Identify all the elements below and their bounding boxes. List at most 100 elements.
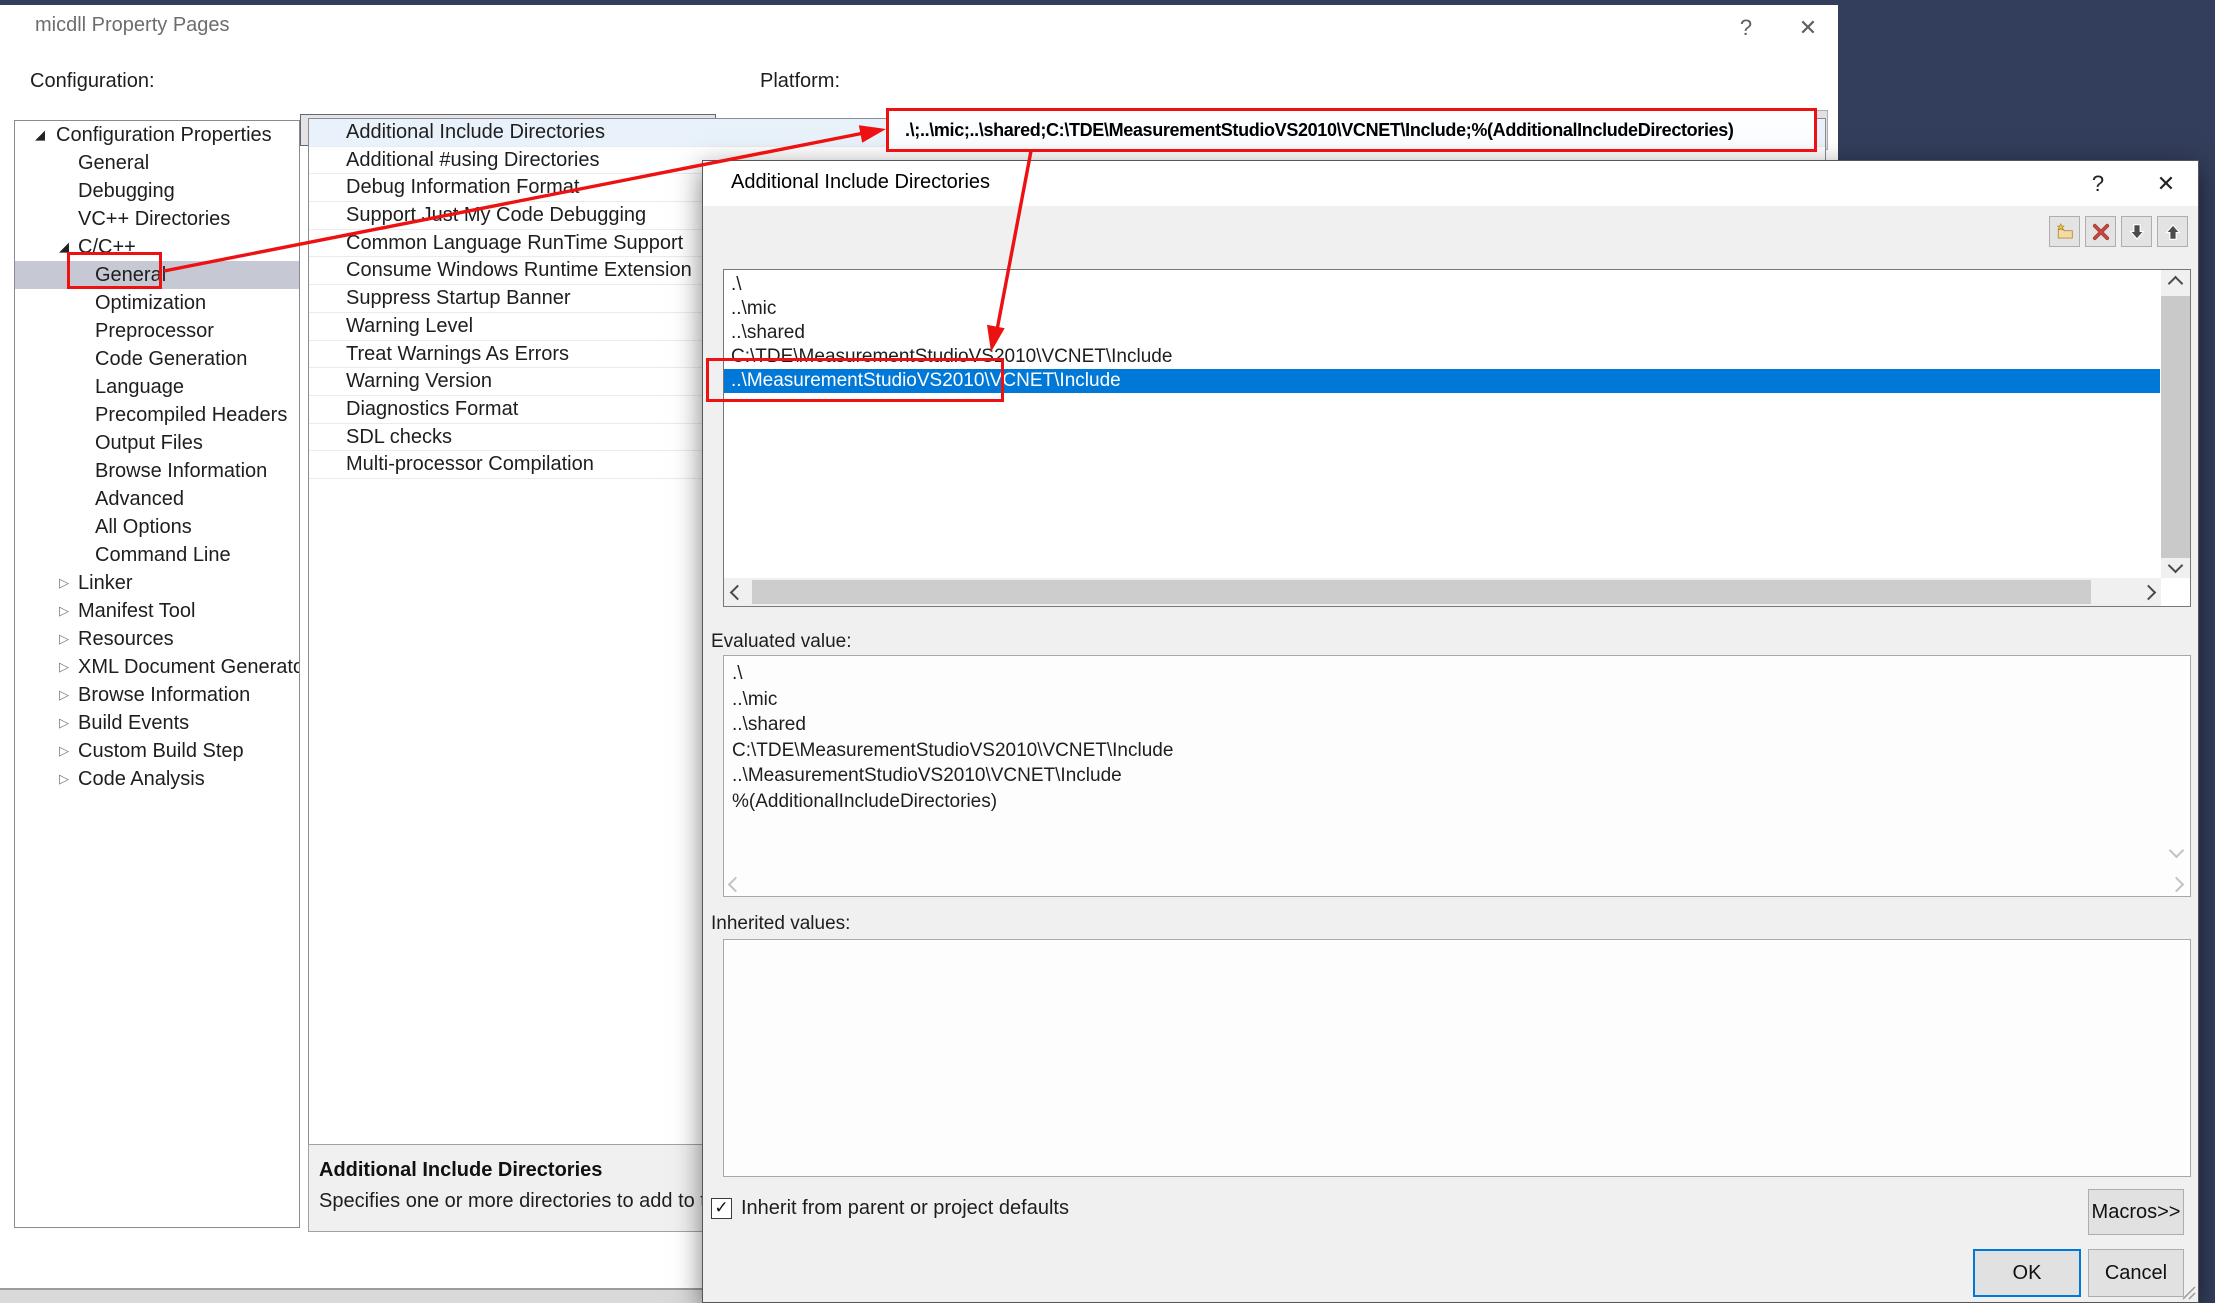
tree-expander-icon[interactable]: [55, 625, 73, 653]
move-down-button[interactable]: [2121, 216, 2152, 247]
property-row-label: Support Just My Code Debugging: [346, 204, 646, 226]
directories-listbox[interactable]: .\..\mic..\sharedC:\TDE\MeasurementStudi…: [723, 269, 2191, 607]
tree-item[interactable]: Advanced: [15, 485, 299, 513]
evaluated-value-box[interactable]: .\..\mic..\sharedC:\TDE\MeasurementStudi…: [723, 655, 2191, 897]
tree-item-label: Preprocessor: [95, 320, 214, 342]
help-icon[interactable]: ?: [1724, 11, 1768, 45]
tree-item-label: Manifest Tool: [78, 600, 195, 622]
tree-item-label: Browse Information: [78, 684, 250, 706]
tree-item[interactable]: All Options: [15, 513, 299, 541]
tree-item[interactable]: Code Analysis: [15, 765, 299, 793]
inherit-checkbox[interactable]: ✓: [711, 1198, 732, 1219]
tree-item[interactable]: C/C++: [15, 233, 299, 261]
tree-item-label: Build Events: [78, 712, 189, 734]
scroll-down-icon[interactable]: [2161, 552, 2190, 578]
tree-item[interactable]: VC++ Directories: [15, 205, 299, 233]
property-row-label: Consume Windows Runtime Extension: [346, 259, 692, 281]
tree-expander-icon[interactable]: [31, 121, 49, 149]
evaluated-line: ..\mic: [724, 687, 2166, 713]
evaluated-line: ..\MeasurementStudioVS2010\VCNET\Include: [724, 763, 2166, 789]
tree-item-label: Resources: [78, 628, 174, 650]
scrollbar-thumb[interactable]: [2161, 296, 2190, 558]
scroll-left-icon[interactable]: [724, 578, 750, 606]
resize-grip[interactable]: [2180, 1284, 2196, 1300]
ok-button[interactable]: OK: [1973, 1249, 2081, 1297]
move-up-button[interactable]: [2157, 216, 2188, 247]
tree-item-label: Optimization: [95, 292, 206, 314]
dialog-titlebar: Additional Include Directories ? ✕: [703, 161, 2198, 206]
directory-list-item[interactable]: C:\TDE\MeasurementStudioVS2010\VCNET\Inc…: [724, 345, 2160, 369]
additional-include-directories-value[interactable]: .\;..\mic;..\shared;C:\TDE\MeasurementSt…: [889, 111, 1814, 149]
scroll-up-icon[interactable]: [2161, 270, 2190, 296]
delete-button[interactable]: [2085, 216, 2116, 247]
main-titlebar: micdll Property Pages ? ✕: [0, 5, 1838, 49]
tree-item[interactable]: Optimization: [15, 289, 299, 317]
tree-item[interactable]: Language: [15, 373, 299, 401]
delete-x-icon: [2092, 223, 2110, 241]
scroll-down-icon[interactable]: [2169, 843, 2185, 859]
tree-item-label: Custom Build Step: [78, 740, 244, 762]
property-row-label: Multi-processor Compilation: [346, 453, 594, 475]
property-row-label: Treat Warnings As Errors: [346, 343, 569, 365]
tree-item[interactable]: Browse Information: [15, 681, 299, 709]
tree-item[interactable]: Manifest Tool: [15, 597, 299, 625]
arrow-down-icon: [2128, 223, 2146, 241]
tree-item[interactable]: Linker: [15, 569, 299, 597]
tree-item[interactable]: Custom Build Step: [15, 737, 299, 765]
tree-item[interactable]: General: [15, 149, 299, 177]
scroll-right-icon[interactable]: [2169, 877, 2185, 893]
cancel-button[interactable]: Cancel: [2088, 1249, 2184, 1297]
help-icon[interactable]: ?: [2075, 167, 2121, 201]
property-row-label: Additional Include Directories: [346, 121, 605, 143]
tree-expander-icon[interactable]: [55, 569, 73, 597]
property-row-label: SDL checks: [346, 426, 452, 448]
horizontal-scrollbar[interactable]: [724, 578, 2161, 606]
tree-item[interactable]: XML Document Generator: [15, 653, 299, 681]
tree-expander-icon[interactable]: [55, 681, 73, 709]
tree-expander-icon[interactable]: [55, 765, 73, 793]
tree-expander-icon[interactable]: [55, 653, 73, 681]
tree-item[interactable]: Resources: [15, 625, 299, 653]
directory-list-item[interactable]: ..\MeasurementStudioVS2010\VCNET\Include: [724, 369, 2160, 393]
tree-item-label: C/C++: [78, 236, 136, 258]
tree-item-label: Browse Information: [95, 460, 267, 482]
tree-item[interactable]: Build Events: [15, 709, 299, 737]
directory-list-item[interactable]: ..\mic: [724, 297, 2160, 321]
tree-item-label: Configuration Properties: [56, 124, 272, 146]
new-line-button[interactable]: [2049, 216, 2080, 247]
tree-item[interactable]: Code Generation: [15, 345, 299, 373]
scrollbar-thumb[interactable]: [752, 580, 2091, 604]
arrow-up-icon: [2164, 223, 2182, 241]
tree-item[interactable]: Debugging: [15, 177, 299, 205]
tree-expander-icon[interactable]: [55, 737, 73, 765]
close-icon[interactable]: ✕: [2143, 167, 2189, 201]
tree-item-label: Linker: [78, 572, 132, 594]
new-folder-icon: [2056, 223, 2074, 241]
inherited-values-box[interactable]: [723, 939, 2191, 1177]
vertical-scrollbar[interactable]: [2161, 270, 2190, 578]
scroll-left-icon[interactable]: [728, 877, 744, 893]
tree-item[interactable]: Browse Information: [15, 457, 299, 485]
tree-item-label: Code Generation: [95, 348, 247, 370]
tree-item[interactable]: Command Line: [15, 541, 299, 569]
directory-list-item[interactable]: .\: [724, 273, 2160, 297]
tree-expander-icon[interactable]: [55, 597, 73, 625]
directory-list-item[interactable]: ..\shared: [724, 321, 2160, 345]
property-row-label: Diagnostics Format: [346, 398, 518, 420]
inherited-values-label: Inherited values:: [711, 913, 850, 935]
scroll-right-icon[interactable]: [2135, 578, 2161, 606]
property-row-label: Warning Version: [346, 370, 492, 392]
macros-button[interactable]: Macros>>: [2088, 1189, 2184, 1235]
configuration-label: Configuration:: [30, 70, 155, 93]
close-icon[interactable]: ✕: [1786, 11, 1830, 45]
tree-item[interactable]: Precompiled Headers: [15, 401, 299, 429]
tree-expander-icon[interactable]: [55, 233, 73, 261]
tree-item[interactable]: Configuration Properties: [15, 121, 299, 149]
tree-item-label: Command Line: [95, 544, 231, 566]
tree-item[interactable]: General: [15, 261, 299, 289]
tree-item[interactable]: Preprocessor: [15, 317, 299, 345]
property-row-label: Warning Level: [346, 315, 473, 337]
evaluated-line: %(AdditionalIncludeDirectories): [724, 789, 2166, 815]
tree-expander-icon[interactable]: [55, 709, 73, 737]
tree-item[interactable]: Output Files: [15, 429, 299, 457]
